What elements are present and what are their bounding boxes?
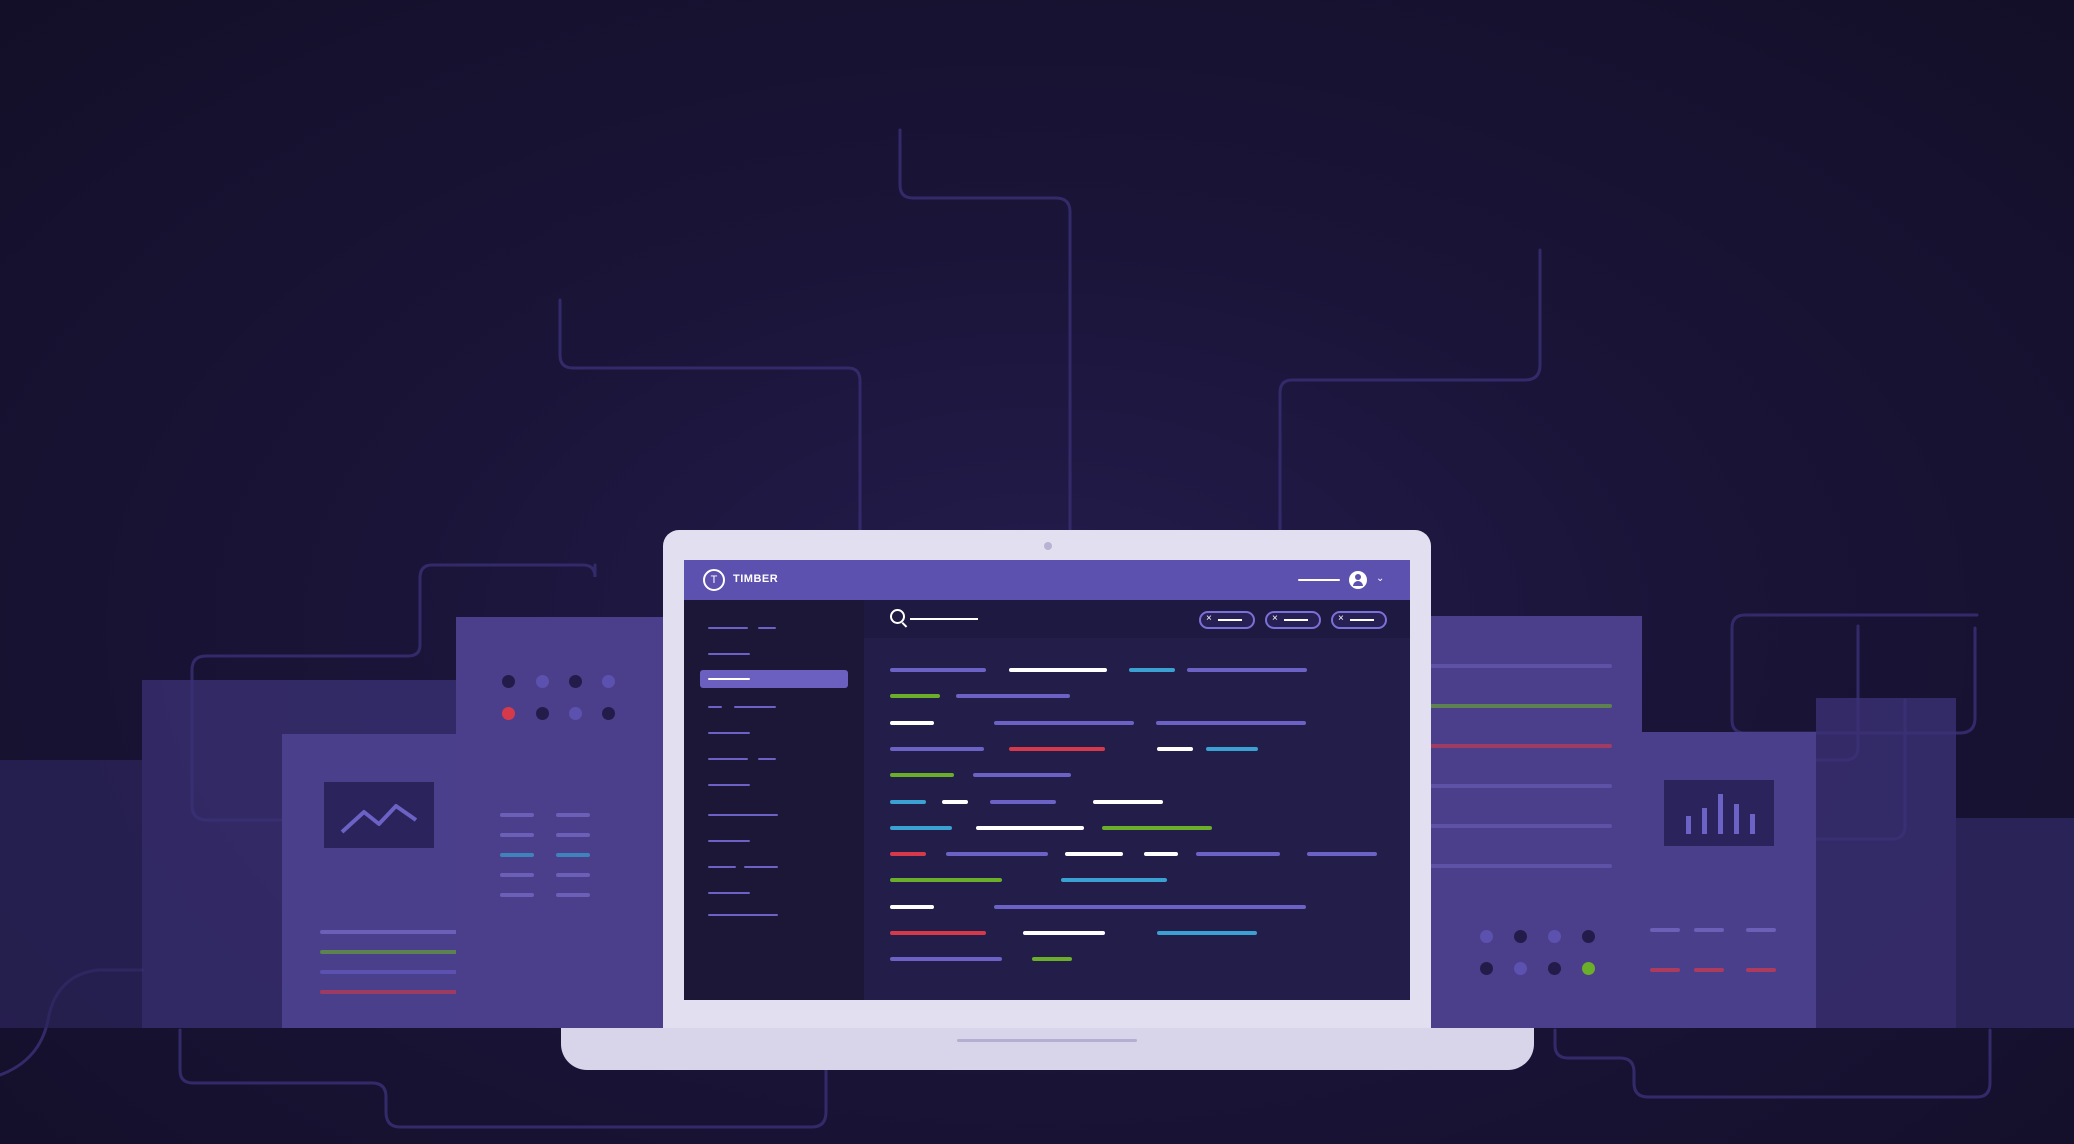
log-field (1102, 825, 1212, 830)
log-field (890, 904, 934, 909)
camera (1044, 542, 1052, 550)
sidebar-item[interactable] (708, 840, 750, 842)
sidebar-item[interactable] (708, 914, 778, 916)
sidebar-item-active[interactable] (700, 670, 848, 688)
chevron-down-icon[interactable]: ⌄ (1376, 573, 1384, 584)
log-field (994, 904, 1306, 909)
bg-panel (1816, 698, 1956, 1028)
log-field (1129, 668, 1175, 672)
log-field (890, 878, 1002, 883)
log-field (1307, 852, 1377, 857)
avatar-icon[interactable] (1349, 571, 1367, 589)
log-field (1157, 931, 1257, 935)
bar-chart-icon (1664, 780, 1774, 846)
sidebar-item[interactable] (708, 758, 748, 760)
user-name-line (1298, 579, 1340, 581)
bg-panel (0, 760, 142, 1028)
sidebar-item[interactable] (708, 653, 750, 655)
log-field (1144, 852, 1178, 857)
bg-panel-list (1420, 616, 1642, 1028)
close-icon[interactable]: × (1272, 612, 1278, 626)
sidebar-item[interactable] (734, 706, 776, 708)
log-field (890, 931, 986, 935)
log-field (890, 720, 934, 725)
sidebar (684, 600, 864, 1000)
filter-chip[interactable]: × (1265, 611, 1321, 629)
close-icon[interactable]: × (1206, 612, 1212, 626)
log-field (1156, 720, 1306, 725)
filter-chip[interactable]: × (1331, 611, 1387, 629)
bg-panel (1956, 818, 2074, 1028)
log-field (890, 957, 1002, 962)
sidebar-item[interactable] (708, 706, 722, 708)
log-field (994, 720, 1134, 725)
log-field (990, 799, 1056, 804)
search-icon[interactable] (890, 609, 905, 624)
log-field (1009, 668, 1107, 672)
close-icon[interactable]: × (1338, 612, 1344, 626)
log-field (1065, 852, 1123, 857)
log-field (956, 694, 1070, 699)
sidebar-item[interactable] (708, 892, 750, 894)
sidebar-item[interactable] (758, 758, 776, 760)
app-header: T TIMBER ⌄ (684, 560, 1410, 600)
log-field (890, 773, 954, 778)
log-field (1157, 746, 1193, 751)
log-field (890, 852, 926, 857)
logo-icon[interactable]: T (703, 569, 725, 591)
search-bar: × × × (864, 600, 1410, 638)
bg-panel-table (456, 617, 666, 1028)
sidebar-item[interactable] (708, 627, 748, 629)
log-field (890, 825, 952, 830)
log-field (946, 852, 1048, 857)
line-chart-icon (324, 782, 434, 848)
log-field (890, 668, 986, 672)
laptop-notch (957, 1039, 1137, 1042)
log-field (1187, 668, 1307, 672)
sidebar-item[interactable] (708, 814, 778, 816)
sidebar-item[interactable] (708, 732, 750, 734)
log-field (890, 799, 926, 804)
app-screen: T TIMBER ⌄ × × × (684, 560, 1410, 1000)
sidebar-item[interactable] (708, 784, 750, 786)
log-field (1196, 852, 1280, 857)
brand-name: TIMBER (733, 573, 779, 585)
search-input[interactable] (910, 618, 978, 620)
log-field (976, 825, 1084, 830)
laptop-base (561, 1028, 1534, 1070)
log-field (942, 799, 968, 804)
log-field (1093, 799, 1163, 804)
log-field (890, 694, 940, 699)
log-field (973, 773, 1071, 778)
log-field (1061, 878, 1167, 883)
log-field (1032, 957, 1072, 962)
sidebar-item[interactable] (758, 627, 776, 629)
sidebar-item[interactable] (744, 866, 778, 868)
log-field (1023, 931, 1105, 935)
filter-chip[interactable]: × (1199, 611, 1255, 629)
log-field (1206, 746, 1258, 751)
sidebar-item[interactable] (708, 866, 736, 868)
log-field (890, 746, 984, 751)
bg-panel-chart (1642, 732, 1816, 1028)
log-field (1009, 746, 1105, 751)
